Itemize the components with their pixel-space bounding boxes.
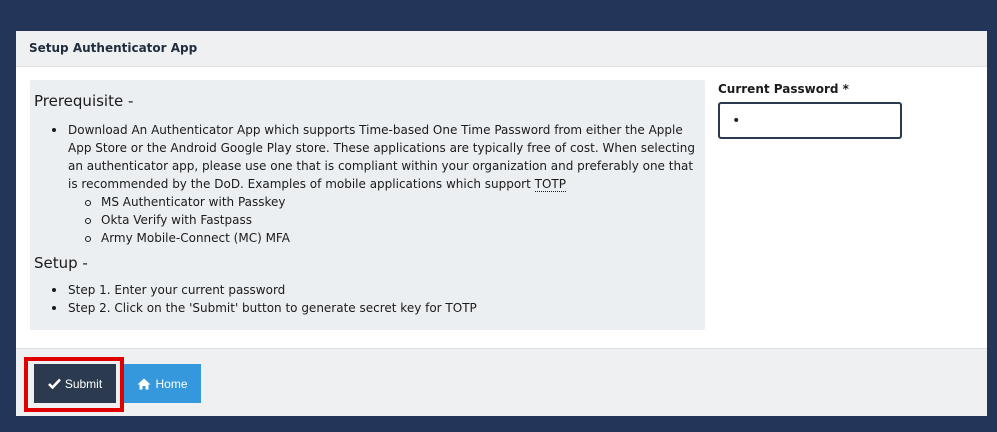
home-label: Home [155, 376, 188, 391]
setup-steps-list: Step 1. Enter your current password Step… [52, 281, 688, 317]
list-item: Okta Verify with Fastpass [85, 211, 703, 229]
totp-abbreviation: TOTP [534, 177, 566, 192]
home-button[interactable]: Home [124, 364, 201, 403]
list-item: Download An Authenticator App which supp… [52, 121, 703, 247]
authenticator-app-list: MS Authenticator with Passkey Okta Verif… [85, 193, 703, 247]
instructions-panel: Prerequisite - Download An Authenticator… [30, 80, 705, 330]
list-item: MS Authenticator with Passkey [85, 193, 703, 211]
check-icon [47, 378, 61, 389]
card-header: Setup Authenticator App [16, 31, 987, 67]
current-password-input[interactable] [718, 102, 902, 139]
home-icon [137, 378, 151, 389]
card-footer: Submit Home [16, 348, 987, 416]
card-title: Setup Authenticator App [29, 41, 198, 55]
prerequisite-text: Download An Authenticator App which supp… [68, 123, 695, 191]
list-item: Army Mobile-Connect (MC) MFA [85, 229, 703, 247]
current-password-label: Current Password * [718, 82, 849, 96]
setup-heading: Setup - [34, 254, 88, 272]
setup-card: Setup Authenticator App Prerequisite - D… [16, 31, 987, 416]
prerequisite-list: Download An Authenticator App which supp… [52, 121, 703, 247]
prerequisite-heading: Prerequisite - [34, 92, 134, 110]
submit-label: Submit [64, 376, 103, 391]
list-item: Step 2. Click on the 'Submit' button to … [52, 299, 688, 317]
list-item: Step 1. Enter your current password [52, 281, 688, 299]
submit-button[interactable]: Submit [34, 364, 116, 403]
